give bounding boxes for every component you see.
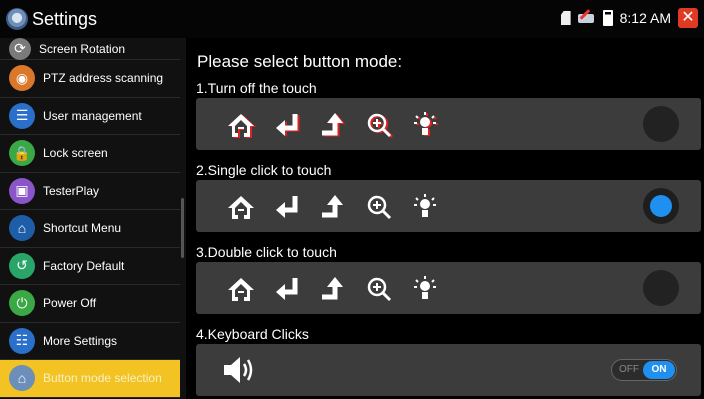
section-label-keyboard-clicks: 4.Keyboard Clicks <box>196 326 309 342</box>
home-icon <box>226 192 256 222</box>
sidebar-item[interactable]: ◉ PTZ address scanning <box>0 60 180 98</box>
sidebar-item-label: TesterPlay <box>43 183 100 198</box>
sidebar-item-label: User management <box>43 108 142 123</box>
testerplay-icon: ▣ <box>9 177 35 204</box>
status-bar: 8:12 AM ✕ <box>560 8 698 28</box>
shortcut-icon: ⌂ <box>9 215 35 242</box>
sidebar-item-label: PTZ address scanning <box>43 71 164 86</box>
sidebar-item[interactable]: ⏻ Power Off <box>0 285 180 323</box>
return-icon <box>318 192 348 222</box>
factory-default-icon: ↺ <box>9 252 35 279</box>
rotation-icon: ⟳ <box>9 37 31 60</box>
sidebar-item-label: More Settings <box>43 333 118 348</box>
sidebar-item-label: Power Off <box>43 296 97 311</box>
main-panel: Please select button mode: 1.Turn off th… <box>190 38 704 399</box>
section-label-single-click: 2.Single click to touch <box>196 162 332 178</box>
sidebar-item[interactable]: ↺ Factory Default <box>0 247 180 285</box>
zoom-in-icon <box>364 110 394 140</box>
sidebar-item[interactable]: ☷ More Settings <box>0 322 180 360</box>
title-bar: Settings 8:12 AM ✕ <box>0 0 704 38</box>
sidebar-item[interactable]: ⌂ Button mode selection <box>0 360 180 398</box>
section-label-turn-off: 1.Turn off the touch <box>196 80 317 96</box>
clock: 8:12 AM <box>619 10 671 26</box>
back-icon <box>272 274 302 304</box>
scroll-thumb[interactable] <box>181 198 184 258</box>
power-icon: ⏻ <box>9 290 35 317</box>
switch-on-label: ON <box>643 361 675 379</box>
user-icon: ☰ <box>9 102 35 129</box>
sidebar-item[interactable]: ⌂ Shortcut Menu <box>0 210 180 248</box>
back-icon <box>272 192 302 222</box>
back-icon <box>272 110 302 140</box>
button-mode-icon: ⌂ <box>9 365 35 392</box>
sd-card-icon <box>560 11 571 25</box>
page-heading: Please select button mode: <box>197 52 403 71</box>
sidebar-item-label: Lock screen <box>43 146 108 161</box>
return-icon <box>318 274 348 304</box>
mode-radio-button[interactable] <box>643 270 679 306</box>
sidebar-item[interactable]: ☰ User management <box>0 97 180 135</box>
sidebar-item-label: Shortcut Menu <box>43 221 122 236</box>
return-icon <box>318 110 348 140</box>
mode-panel-double-click[interactable] <box>196 262 701 314</box>
brightness-icon <box>410 192 440 222</box>
switch-off-label: OFF <box>619 364 639 375</box>
close-icon[interactable]: ✕ <box>678 8 698 28</box>
home-icon <box>226 274 256 304</box>
sidebar-item-label: Screen Rotation <box>39 41 126 56</box>
button-icons <box>226 274 440 304</box>
button-icons <box>226 192 440 222</box>
mode-radio-button[interactable] <box>643 188 679 224</box>
more-settings-icon: ☷ <box>9 327 35 354</box>
keyboard-clicks-panel: OFF ON <box>196 344 701 396</box>
sidebar: ⟳ Screen Rotation ◉ PTZ address scanning ☰ Us… <box>0 37 180 399</box>
brightness-icon <box>410 110 440 140</box>
speaker-icon <box>224 357 253 383</box>
section-label-double-click: 3.Double click to touch <box>196 244 337 260</box>
window-title: Settings <box>32 8 98 29</box>
mode-panel-turn-off[interactable] <box>196 98 701 150</box>
battery-icon <box>602 10 613 26</box>
settings-gear-icon <box>6 8 28 30</box>
network-disconnected-icon <box>577 11 596 25</box>
ptz-icon: ◉ <box>9 65 35 92</box>
sidebar-item[interactable]: ⟳ Screen Rotation <box>0 37 180 60</box>
mode-radio-button[interactable] <box>643 106 679 142</box>
zoom-in-icon <box>364 192 394 222</box>
sidebar-item[interactable]: ▣ TesterPlay <box>0 172 180 210</box>
sidebar-item-label: Button mode selection <box>43 371 162 386</box>
button-icons <box>226 110 440 140</box>
zoom-in-icon <box>364 274 394 304</box>
brightness-icon <box>410 274 440 304</box>
sidebar-item[interactable]: 🔒 Lock screen <box>0 135 180 173</box>
lock-icon: 🔒 <box>9 140 35 167</box>
home-icon <box>226 110 256 140</box>
sidebar-item-label: Factory Default <box>43 258 125 273</box>
sidebar-scrollbar[interactable] <box>180 38 186 399</box>
keyboard-clicks-switch[interactable]: OFF ON <box>611 359 677 381</box>
mode-panel-single-click[interactable] <box>196 180 701 232</box>
